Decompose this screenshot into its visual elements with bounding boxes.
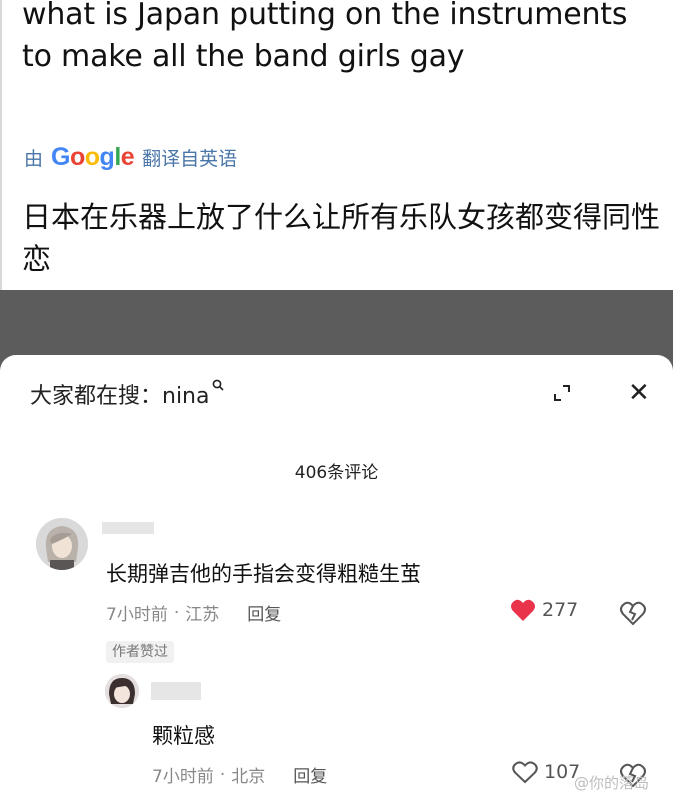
- heart-filled-icon: [511, 599, 535, 621]
- expand-icon[interactable]: [552, 383, 572, 403]
- trending-search-label: 大家都在搜：nina: [30, 384, 210, 409]
- comment-location: 北京: [231, 767, 266, 787]
- translated-text: 日本在乐器上放了什么让所有乐队女孩都变得同性恋: [22, 200, 661, 276]
- trending-search[interactable]: 大家都在搜：nina: [30, 377, 225, 410]
- google-logo: G o o g l e: [51, 142, 135, 172]
- translate-suffix: 翻译自英语: [142, 147, 238, 170]
- google-letter: e: [120, 142, 135, 171]
- google-letter: o: [69, 142, 85, 171]
- comment-text: 长期弹吉他的手指会变得粗糙生茧: [106, 562, 421, 586]
- heart-outline-icon: [512, 761, 538, 784]
- search-icon: [212, 377, 225, 395]
- like-button[interactable]: 107: [512, 760, 580, 784]
- meta-separator: ·: [219, 764, 226, 785]
- comment-meta: 7小时前 · 江苏 回复: [106, 600, 281, 626]
- google-letter: g: [99, 142, 115, 171]
- author-liked-badge: 作者赞过: [106, 641, 174, 663]
- meta-separator: ·: [173, 602, 180, 623]
- tweet-divider: [0, 0, 2, 290]
- close-icon[interactable]: ✕: [628, 380, 650, 406]
- like-count: 277: [542, 599, 579, 621]
- like-button[interactable]: 277: [510, 598, 578, 622]
- reply-button[interactable]: 回复: [247, 600, 281, 625]
- comment-text: 颗粒感: [152, 724, 215, 748]
- translate-prefix: 由: [24, 147, 44, 170]
- tweet-text: what is Japan putting on the instruments…: [22, 0, 628, 74]
- dislike-icon[interactable]: [619, 600, 647, 626]
- username-redacted: [151, 682, 201, 700]
- avatar[interactable]: [36, 518, 88, 570]
- avatar[interactable]: [105, 674, 139, 708]
- google-letter: o: [84, 142, 100, 171]
- comment-time: 7小时前: [106, 605, 168, 625]
- comment-count: 406条评论: [294, 463, 379, 483]
- comment-meta: 7小时前 · 北京 回复: [152, 762, 327, 788]
- username-redacted: [102, 522, 154, 534]
- reply-button[interactable]: 回复: [293, 762, 327, 787]
- google-letter: G: [51, 142, 70, 171]
- tweet-card: what is Japan putting on the instruments…: [0, 0, 673, 290]
- translate-attribution[interactable]: 由 G o o g l e 翻译自英语: [24, 140, 237, 174]
- comment-time: 7小时前: [152, 767, 214, 787]
- watermark: @你的落岛: [574, 774, 650, 792]
- comment-location: 江苏: [185, 605, 220, 625]
